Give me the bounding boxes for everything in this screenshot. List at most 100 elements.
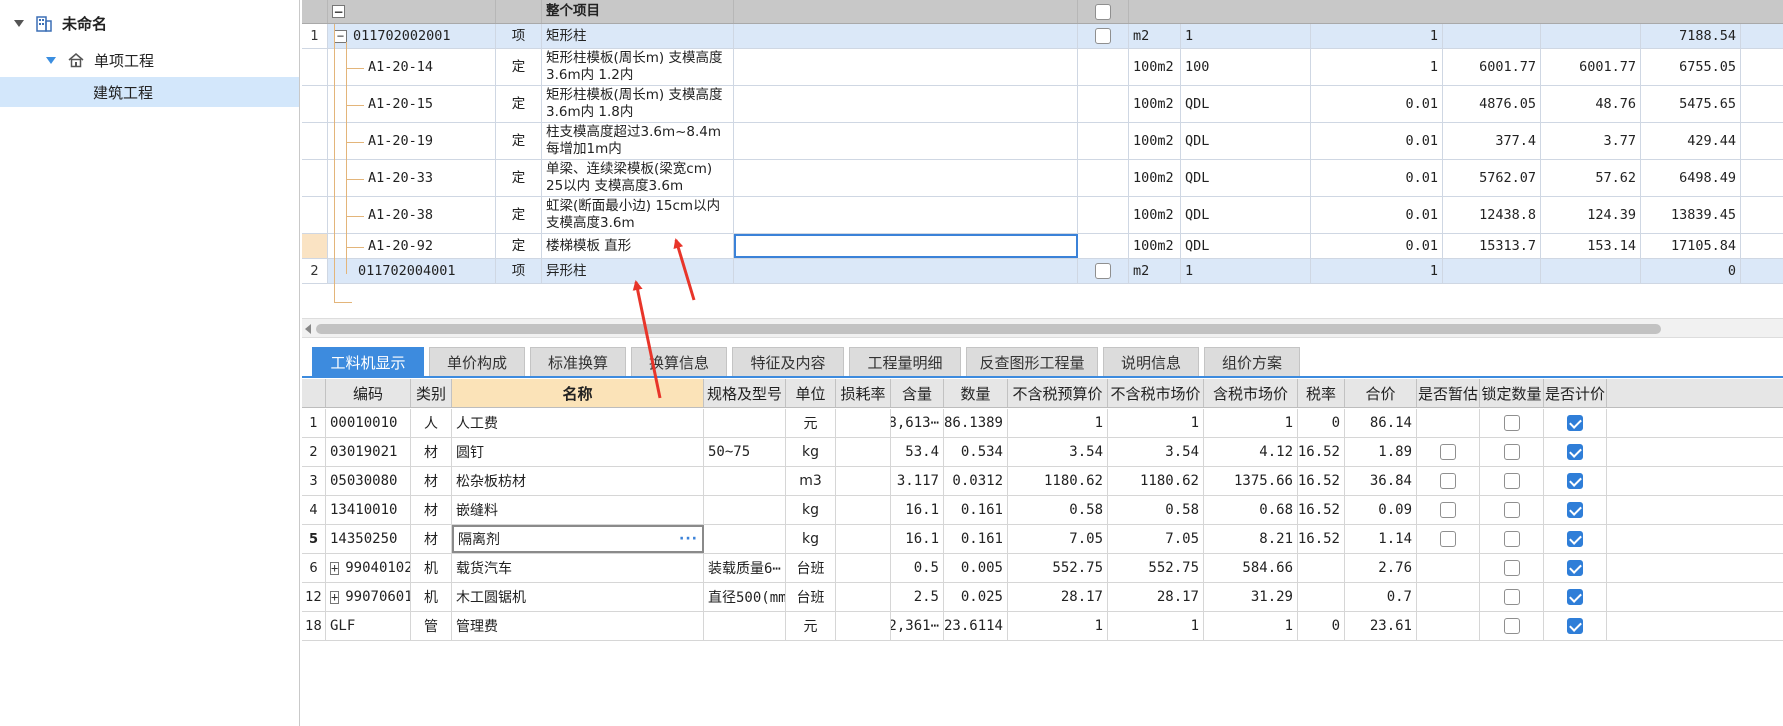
checkbox[interactable] — [1440, 473, 1456, 489]
bill-price-2[interactable] — [1541, 259, 1641, 283]
expand-caret-icon[interactable] — [14, 19, 24, 27]
row-number[interactable]: 2 — [302, 259, 328, 283]
resource-content[interactable]: 0.5 — [891, 554, 944, 582]
bill-type[interactable]: 定 — [496, 197, 542, 233]
resource-qty[interactable]: 0.005 — [944, 554, 1008, 582]
tab-8[interactable]: 组价方案 — [1204, 347, 1300, 376]
resource-p3[interactable]: 1 — [1204, 409, 1298, 437]
bill-check-cell[interactable] — [1078, 123, 1129, 159]
lock-cell[interactable] — [1480, 438, 1544, 466]
resource-spec[interactable]: 装载质量6⋯ — [704, 554, 786, 582]
resource-loss[interactable] — [836, 496, 891, 524]
lock-cell[interactable] — [1480, 409, 1544, 437]
resource-tax[interactable]: 16.52 — [1298, 525, 1345, 553]
resource-num[interactable]: 5 — [302, 525, 326, 553]
bill-qty[interactable]: 0.01 — [1311, 86, 1443, 122]
resource-p1[interactable]: 7.05 — [1008, 525, 1108, 553]
price-cell[interactable] — [1544, 583, 1607, 611]
resource-name-cell[interactable]: 人工费 — [452, 409, 704, 437]
bill-price-2[interactable]: 124.39 — [1541, 197, 1641, 233]
resource-loss[interactable] — [836, 554, 891, 582]
bill-type[interactable]: 定 — [496, 86, 542, 122]
checkbox[interactable] — [1503, 531, 1520, 547]
bill-qty-expr[interactable]: QDL — [1181, 86, 1311, 122]
resource-p2[interactable]: 1 — [1108, 612, 1204, 640]
bill-price-2[interactable]: 3.77 — [1541, 123, 1641, 159]
row-checkbox[interactable] — [1095, 263, 1111, 279]
bill-qty-expr[interactable]: 1 — [1181, 24, 1311, 48]
resource-p2[interactable]: 1180.62 — [1108, 467, 1204, 495]
resource-p3[interactable]: 4.12 — [1204, 438, 1298, 466]
resource-qty[interactable]: 0.161 — [944, 496, 1008, 524]
bill-total[interactable]: 0 — [1641, 259, 1741, 283]
bill-code-cell[interactable]: −011702002001 — [328, 24, 496, 48]
bill-total[interactable]: 17105.84 — [1641, 234, 1741, 258]
column-header[interactable]: 不含税预算价 — [1008, 379, 1108, 407]
bill-unit[interactable]: m2 — [1129, 259, 1181, 283]
row-number[interactable] — [302, 86, 328, 122]
resource-spec[interactable] — [704, 467, 786, 495]
bill-total[interactable]: 13839.45 — [1641, 197, 1741, 233]
resource-p1[interactable]: 1 — [1008, 612, 1108, 640]
bill-feature-cell[interactable] — [734, 259, 1078, 283]
bill-name[interactable]: 矩形柱模板(周长m) 支模高度3.6m内 1.2内 — [542, 49, 734, 85]
scrollbar-thumb[interactable] — [316, 324, 1661, 334]
resource-loss[interactable] — [836, 409, 891, 437]
bill-check-cell[interactable] — [1078, 24, 1129, 48]
bill-row[interactable]: 2 011702004001 项异形柱 m2 1 1 0 — [302, 259, 1783, 284]
resource-spec[interactable] — [704, 525, 786, 553]
column-header[interactable]: 不含税市场价 — [1108, 379, 1204, 407]
checkbox[interactable] — [1503, 560, 1520, 576]
est-cell[interactable] — [1417, 409, 1480, 437]
resource-total[interactable]: 1.14 — [1345, 525, 1417, 553]
resource-content[interactable]: 16.1 — [891, 496, 944, 524]
resource-tax[interactable]: 0 — [1298, 409, 1345, 437]
est-cell[interactable] — [1417, 496, 1480, 524]
resource-unit[interactable]: 元 — [786, 409, 836, 437]
tab-3[interactable]: 换算信息 — [631, 347, 727, 376]
bill-qty-expr[interactable]: QDL — [1181, 123, 1311, 159]
bill-qty[interactable]: 0.01 — [1311, 197, 1443, 233]
resource-name-cell[interactable]: 嵌缝料 — [452, 496, 704, 524]
bill-price[interactable]: 12438.8 — [1443, 197, 1541, 233]
checked-checkbox[interactable] — [1567, 473, 1583, 489]
resource-unit[interactable]: kg — [786, 496, 836, 524]
resource-p3[interactable]: 31.29 — [1204, 583, 1298, 611]
bill-unit[interactable]: 100m2 — [1129, 160, 1181, 196]
est-cell[interactable] — [1417, 525, 1480, 553]
bill-feature-cell[interactable] — [734, 123, 1078, 159]
checkbox[interactable] — [1503, 589, 1520, 605]
bill-price-2[interactable]: 57.62 — [1541, 160, 1641, 196]
resource-content[interactable]: 16.1 — [891, 525, 944, 553]
bill-row[interactable]: A1-20-33 定单梁、连续梁模板(梁宽cm) 25以内 支模高度3.6m 100… — [302, 160, 1783, 197]
checked-checkbox[interactable] — [1567, 444, 1583, 460]
column-header[interactable]: 数量 — [944, 379, 1008, 407]
bill-qty[interactable]: 0.01 — [1311, 160, 1443, 196]
bill-qty[interactable]: 0.01 — [1311, 123, 1443, 159]
checked-checkbox[interactable] — [1567, 502, 1583, 518]
resource-cat[interactable]: 材 — [411, 438, 452, 466]
bill-qty[interactable]: 1 — [1311, 259, 1443, 283]
resource-content[interactable]: 8,613⋯ — [891, 409, 944, 437]
tree-node-single-project[interactable]: 单项工程 — [0, 45, 299, 75]
resource-spec[interactable]: 直径500(mm) — [704, 583, 786, 611]
column-header[interactable]: 单位 — [786, 379, 836, 407]
resource-code-cell[interactable]: 03019021 — [326, 438, 411, 466]
resource-cat[interactable]: 材 — [411, 467, 452, 495]
resource-cat[interactable]: 机 — [411, 554, 452, 582]
bill-total[interactable]: 429.44 — [1641, 123, 1741, 159]
resource-code-cell[interactable]: 00010010 — [326, 409, 411, 437]
checkbox[interactable] — [1503, 415, 1520, 431]
bill-total[interactable]: 6498.49 — [1641, 160, 1741, 196]
resource-num[interactable]: 18 — [302, 612, 326, 640]
tab-7[interactable]: 说明信息 — [1103, 347, 1199, 376]
bill-check-cell[interactable] — [1078, 259, 1129, 283]
resource-spec[interactable]: 50~75 — [704, 438, 786, 466]
column-header[interactable]: 含税市场价 — [1204, 379, 1298, 407]
resource-cat[interactable]: 材 — [411, 525, 452, 553]
resource-spec[interactable] — [704, 496, 786, 524]
column-header[interactable]: 合价 — [1345, 379, 1417, 407]
resource-qty[interactable]: 0.534 — [944, 438, 1008, 466]
bill-price[interactable]: 5762.07 — [1443, 160, 1541, 196]
row-number[interactable] — [302, 123, 328, 159]
